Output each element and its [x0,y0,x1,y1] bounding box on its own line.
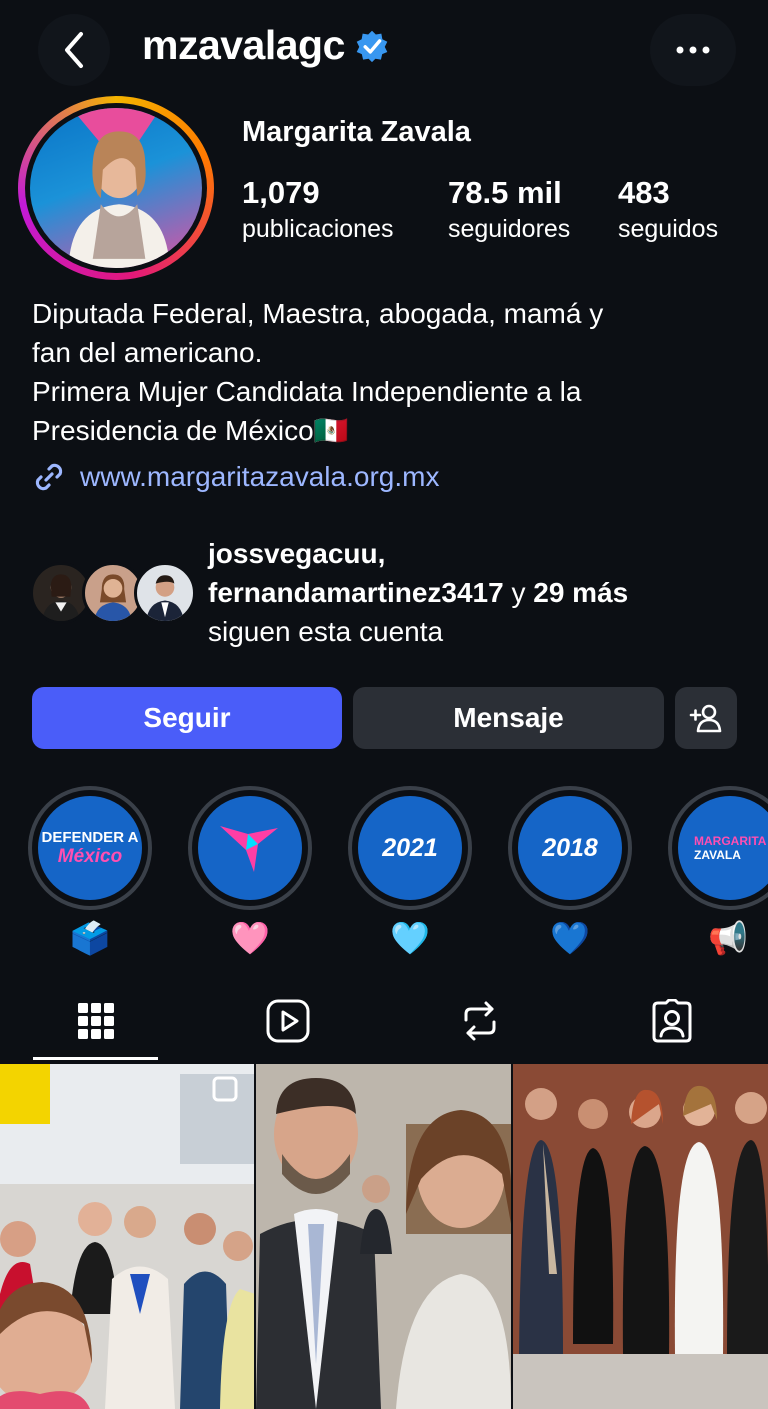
mutual-followers-avatars[interactable] [30,562,196,626]
profile-website-link[interactable]: www.margaritazavala.org.mx [32,460,439,494]
highlight-cover: MARGARITA ZAVALA [678,796,768,900]
highlight-emoji: 💙 [550,920,590,956]
avatar [30,108,202,268]
top-bar: mzavalagc [0,0,768,100]
posts-count: 1,079 [242,175,320,210]
following-label: seguidos [618,215,719,243]
mutual-more-count: 29 más [533,577,629,608]
verified-badge-icon [356,30,388,62]
stat-followers[interactable]: 78.5 mil seguidores [448,174,570,246]
tab-posts-grid[interactable] [0,985,192,1057]
mutual-connector: y [503,577,534,608]
website-url: www.margaritazavala.org.mx [80,461,440,492]
more-horizontal-icon [676,46,710,54]
chevron-left-icon [65,32,83,68]
post-thumbnail[interactable] [512,1064,768,1409]
highlight-title: 2018 [542,833,598,862]
story-highlight[interactable]: DEFENDER A México 🗳️ [28,786,152,958]
highlight-title-line1: MARGARITA [694,834,767,848]
profile-display-name: Margarita Zavala [242,116,471,148]
bio-line: Presidencia de México🇲🇽 [32,415,349,446]
profile-bio: Diputada Federal, Maestra, abogada, mamá… [32,294,732,450]
highlight-title: 2021 [382,833,438,862]
highlight-cover: 2018 [518,796,622,900]
follow-button[interactable]: Seguir [32,687,342,749]
story-highlight[interactable]: 2018 💙 [508,786,632,958]
link-icon [35,463,63,491]
add-person-icon [689,704,722,733]
highlight-emoji: 📢 [708,920,748,956]
hummingbird-logo-icon [220,826,278,872]
more-options-button[interactable] [650,14,736,86]
story-highlight[interactable]: 2021 🩵 [348,786,472,958]
mutual-follower-name: fernandamartinez3417 [208,577,504,608]
profile-tabs [0,985,768,1065]
post-thumbnail[interactable] [0,1064,255,1409]
back-button[interactable] [38,14,110,86]
tagged-icon [652,999,692,1043]
highlight-title-line2: México [57,845,123,867]
highlight-cover: DEFENDER A México [38,796,142,900]
highlight-title-line1: DEFENDER A [41,828,139,846]
story-highlight[interactable]: MARGARITA ZAVALA 📢 [668,786,768,958]
suggested-users-button[interactable] [675,687,737,749]
highlight-cover: 2021 [358,796,462,900]
avatar [134,562,196,624]
profile-username: mzavalagc [142,22,389,69]
post-thumbnail[interactable] [256,1064,511,1409]
highlight-emoji: 🗳️ [70,920,110,956]
followers-label: seguidores [448,215,571,243]
bio-line: fan del americano. [32,337,263,368]
mutual-suffix: siguen esta cuenta [208,616,444,647]
followers-count: 78.5 mil [448,175,562,210]
tab-reposts[interactable] [384,985,576,1057]
stat-following[interactable]: 483 seguidos [618,174,718,246]
posts-grid [0,1064,768,1409]
message-button-label: Mensaje [453,702,564,733]
stat-posts[interactable]: 1,079 publicaciones [242,174,394,246]
highlight-emoji: 🩵 [390,920,430,956]
mutual-followers-text[interactable]: jossvegacuu, fernandamartinez3417 y 29 m… [208,534,748,651]
profile-avatar-story-ring[interactable] [18,96,214,280]
bio-line: Primera Mujer Candidata Independiente a … [32,376,582,407]
follow-button-label: Seguir [143,702,231,733]
active-tab-indicator [33,1057,158,1060]
highlight-cover [198,796,302,900]
reposts-icon [464,1001,496,1041]
bio-line: Diputada Federal, Maestra, abogada, mamá… [32,298,604,329]
reels-icon [266,999,310,1043]
tab-tagged[interactable] [576,985,768,1057]
mutual-follower-name: jossvegacuu, [208,538,386,569]
highlight-title-line2: ZAVALA [694,848,741,862]
username-text: mzavalagc [142,22,345,68]
highlight-emoji: 🩷 [230,920,270,956]
following-count: 483 [618,175,670,210]
story-highlight[interactable]: 🩷 [188,786,312,958]
posts-label: publicaciones [242,215,394,243]
message-button[interactable]: Mensaje [353,687,664,749]
grid-icon [78,1003,114,1039]
tab-reels[interactable] [192,985,384,1057]
